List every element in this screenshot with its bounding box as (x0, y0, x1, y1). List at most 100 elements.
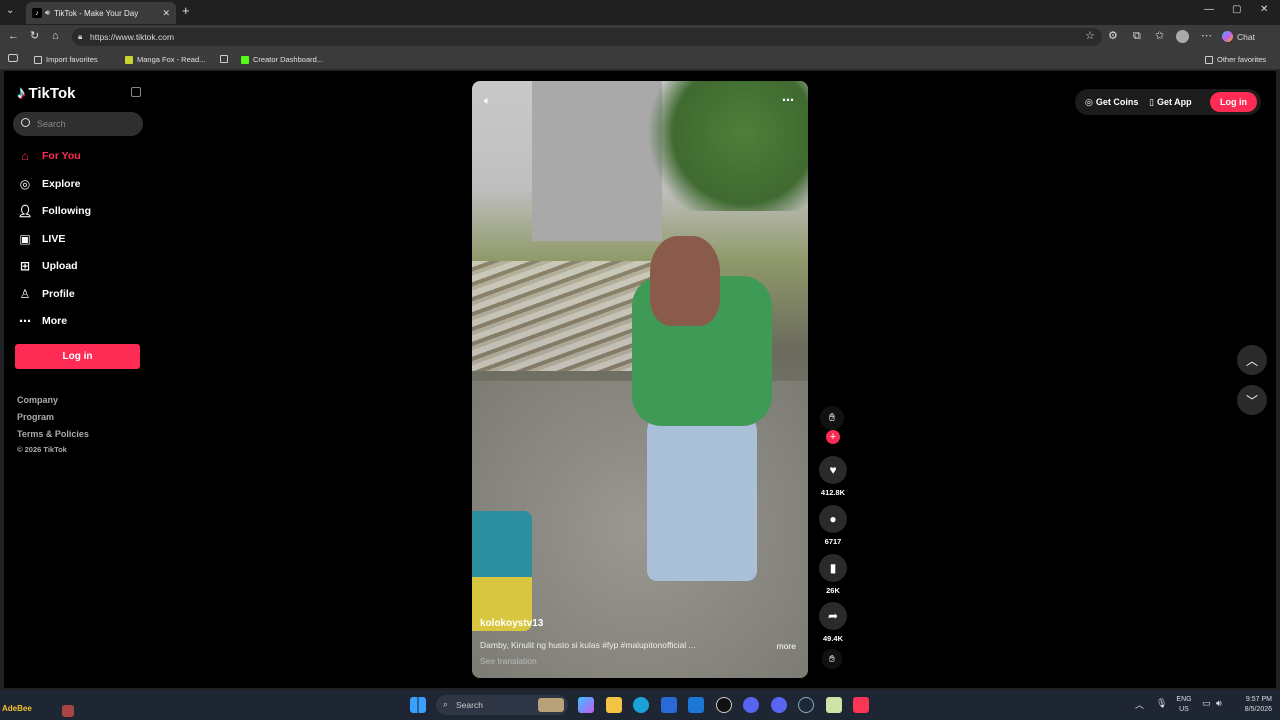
discord-alt-icon[interactable] (771, 697, 787, 713)
favorites-icon[interactable]: ✩ (1155, 30, 1164, 42)
network-icon[interactable]: ▭ (1202, 698, 1211, 709)
speaker-icon[interactable]: 🔊︎ (45, 8, 50, 18)
taskbar-search-icon: ⌕ (443, 699, 449, 709)
search-placeholder: Search (37, 119, 66, 129)
search-input[interactable]: Search (13, 112, 143, 136)
share-icon[interactable]: ➦ (819, 602, 847, 630)
volume-icon[interactable]: 🔈︎ (484, 95, 491, 108)
file-explorer-icon[interactable] (606, 697, 622, 713)
top-login-button[interactable]: Log in (1210, 92, 1257, 112)
nav-following[interactable]: 👤︎ Following (17, 202, 91, 220)
nav-for-you[interactable]: ⌂ For You (17, 147, 80, 165)
home-button-icon[interactable]: ⌂ (52, 30, 59, 42)
favorite-label: Manga Fox - Read... (137, 55, 206, 64)
caption-more-link[interactable]: more (777, 641, 796, 651)
get-app-label: Get App (1156, 97, 1192, 107)
address-bar-row: ← ↻ ⌂ 🔒︎ https://www.tiktok.com ☆ ⚙ ⧉ ✩ … (0, 25, 1280, 49)
get-coins-button[interactable]: ◎ Get Coins (1085, 97, 1138, 108)
nav-label: LIVE (42, 233, 66, 245)
video-username[interactable]: kolokoystv13 (480, 618, 543, 629)
footer-company[interactable]: Company (17, 395, 58, 405)
creator-avatar[interactable]: ✋︎ (820, 406, 844, 430)
comment-icon[interactable]: ● (819, 505, 847, 533)
discord-icon[interactable] (743, 697, 759, 713)
taskbar-widget-label[interactable]: AdeBee (2, 704, 32, 713)
nav-label: More (42, 315, 68, 327)
video-more-options-icon[interactable]: ⋯ (782, 93, 794, 107)
copilot-chat-button[interactable]: Chat (1222, 31, 1255, 42)
favorite-creator-dashboard[interactable]: Creator Dashboard... (241, 55, 323, 64)
tab-actions-icon[interactable]: ⌄ (6, 5, 14, 16)
sidebar-collapse-icon[interactable] (131, 87, 141, 97)
favorite-page[interactable] (220, 55, 232, 63)
outlook-icon[interactable] (688, 697, 704, 713)
github-icon[interactable] (716, 697, 732, 713)
next-video-chevron-down-icon[interactable]: ﹀ (1237, 385, 1267, 415)
minimize-icon[interactable]: — (1204, 4, 1214, 15)
like-action[interactable]: ♥ 412.8K (818, 456, 848, 497)
upload-icon: ⊞ (19, 259, 31, 273)
new-tab-button[interactable]: + (182, 4, 190, 18)
windows-start-icon[interactable] (410, 697, 426, 713)
back-icon[interactable]: ← (8, 30, 19, 42)
coin-icon: ◎ (1085, 96, 1093, 107)
video-player[interactable]: 🔈︎ ⋯ kolokoystv13 Damby, Kinulit ng hust… (472, 81, 808, 678)
refresh-icon[interactable]: ↻ (30, 30, 39, 42)
volume-tray-icon[interactable]: 🔊︎ (1216, 698, 1222, 709)
nav-more[interactable]: ⋯ More (17, 312, 67, 330)
notepad-icon[interactable] (826, 697, 842, 713)
nav-upload[interactable]: ⊞ Upload (17, 257, 78, 275)
url-input[interactable]: 🔒︎ https://www.tiktok.com (72, 28, 1102, 46)
footer-terms[interactable]: Terms & Policies (17, 429, 89, 439)
search-icon (21, 118, 30, 127)
favorites-bar-toggle-icon[interactable] (8, 54, 18, 62)
get-app-button[interactable]: ▯ Get App (1149, 97, 1192, 108)
share-action[interactable]: ➦ 49.4K (818, 602, 848, 643)
sidebar-login-button[interactable]: Log in (15, 344, 140, 369)
window-close-icon[interactable]: ✕ (1260, 4, 1268, 15)
heart-icon[interactable]: ♥ (819, 456, 847, 484)
save-action[interactable]: ▮ 26K (818, 554, 848, 595)
tiktok-logo[interactable]: ♪ TikTok (17, 83, 75, 103)
profile-avatar-icon[interactable] (1176, 30, 1189, 43)
tray-chevron-up-icon[interactable]: ︿ (1135, 698, 1144, 711)
collections-icon[interactable]: ⧉ (1133, 30, 1141, 42)
footer-program[interactable]: Program (17, 412, 54, 422)
nav-live[interactable]: ▣ LIVE (17, 230, 65, 248)
phone-icon: ▯ (1149, 96, 1154, 107)
microphone-icon[interactable]: 🎙︎ (1156, 698, 1167, 709)
follow-plus-icon[interactable]: + (826, 430, 840, 444)
settings-more-icon[interactable]: ⋯ (1201, 30, 1212, 42)
store-icon[interactable] (661, 697, 677, 713)
see-translation-link[interactable]: See translation (480, 656, 537, 666)
favorite-star-icon[interactable]: ☆ (1085, 30, 1095, 42)
language-indicator[interactable]: ENG US (1175, 695, 1193, 715)
steam-icon[interactable] (798, 697, 814, 713)
import-icon (34, 55, 42, 64)
favorite-import[interactable]: Import favorites (34, 55, 98, 64)
favorite-manga-fox[interactable]: Manga Fox - Read... (125, 55, 205, 64)
music-app-icon[interactable] (853, 697, 869, 713)
taskbar-widget-thumbnail[interactable] (62, 705, 74, 717)
nav-explore[interactable]: ◎ Explore (17, 175, 81, 193)
following-icon: 👤︎ (17, 204, 33, 218)
taskbar-search-input[interactable]: ⌕ Search (436, 695, 568, 715)
favorite-label: Import favorites (46, 55, 98, 64)
music-disc-icon[interactable]: ✋︎ (822, 649, 842, 669)
tiktok-logo-icon: ♪ (17, 83, 26, 102)
maximize-icon[interactable]: ▢ (1232, 4, 1241, 15)
other-favorites[interactable]: Other favorites (1205, 55, 1266, 64)
comment-action[interactable]: ● 6717 (818, 505, 848, 546)
lock-icon: 🔒︎ (78, 32, 83, 41)
copilot-taskbar-icon[interactable] (578, 697, 594, 713)
extensions-icon[interactable]: ⚙ (1108, 30, 1118, 42)
edge-browser-icon[interactable] (633, 697, 649, 713)
tab-close-icon[interactable]: ✕ (162, 8, 170, 19)
bookmark-icon[interactable]: ▮ (819, 554, 847, 582)
browser-tab[interactable]: ♪ 🔊︎ TikTok - Make Your Day ✕ (26, 2, 176, 24)
nav-profile[interactable]: ♙ Profile (17, 285, 75, 303)
previous-video-chevron-up-icon[interactable]: ︿ (1237, 345, 1267, 375)
system-clock[interactable]: 9:57 PM 8/5/2026 (1232, 695, 1272, 715)
video-scene-person-head (650, 236, 720, 326)
favorites-bar: Import favorites Manga Fox - Read... Cre… (0, 49, 1280, 70)
